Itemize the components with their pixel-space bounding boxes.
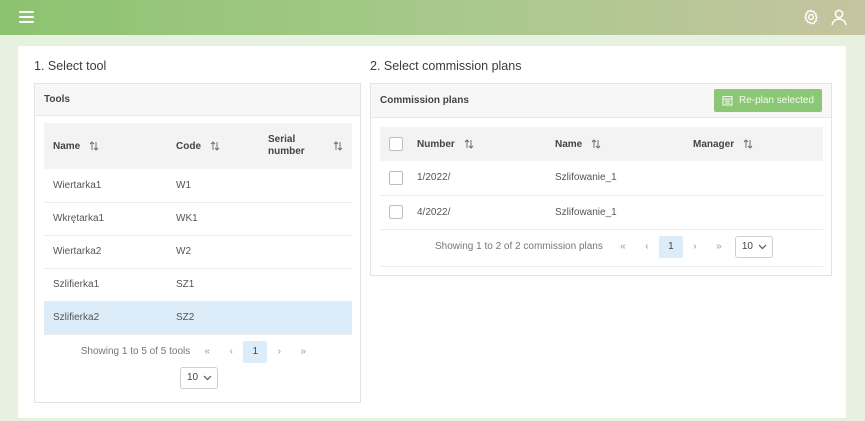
prev-page-button[interactable]: ‹ bbox=[635, 236, 659, 258]
column-header-number[interactable]: Number bbox=[408, 127, 546, 161]
next-page-button[interactable]: › bbox=[267, 341, 291, 363]
page-1-button[interactable]: 1 bbox=[243, 340, 268, 363]
column-header-name[interactable]: Name bbox=[44, 123, 167, 169]
column-header-code[interactable]: Code bbox=[167, 123, 259, 169]
tool-code-cell: W2 bbox=[167, 235, 259, 269]
sort-icon[interactable] bbox=[210, 141, 220, 151]
plan-number-cell: 4/2022/ bbox=[408, 195, 546, 230]
page-size-select[interactable]: 10 bbox=[734, 235, 773, 258]
tool-serial-cell bbox=[259, 235, 352, 269]
tool-name-cell: Szlifierka1 bbox=[44, 268, 167, 302]
table-row[interactable]: Szlifierka1 SZ1 bbox=[44, 268, 352, 302]
row-checkbox-cell bbox=[380, 161, 408, 196]
select-all-cell bbox=[380, 127, 408, 161]
tool-code-cell: W1 bbox=[167, 169, 259, 203]
tools-pagination: Showing 1 to 5 of 5 tools « ‹ 1 › » bbox=[44, 340, 352, 363]
tools-pagination-summary: Showing 1 to 5 of 5 tools bbox=[80, 346, 191, 357]
tool-serial-cell bbox=[259, 268, 352, 302]
hamburger-icon[interactable] bbox=[19, 11, 34, 23]
tool-name-cell: Szlifierka2 bbox=[44, 301, 167, 335]
tool-serial-cell bbox=[259, 169, 352, 203]
plan-manager-cell bbox=[684, 161, 823, 196]
first-page-button[interactable]: « bbox=[195, 341, 219, 363]
user-icon[interactable] bbox=[830, 8, 848, 26]
sort-icon[interactable] bbox=[743, 139, 753, 149]
plans-table-header: Number Name Manager bbox=[380, 127, 823, 161]
first-page-button[interactable]: « bbox=[611, 236, 635, 258]
tool-name-cell: Wiertarka1 bbox=[44, 169, 167, 203]
plans-table-wrapper: Number Name Manager 1/2022/ Szlifowanie_… bbox=[380, 127, 823, 267]
sort-icon[interactable] bbox=[89, 141, 99, 151]
tools-page-size-wrapper: 10 bbox=[44, 366, 352, 389]
table-row-selected[interactable]: Szlifierka2 SZ2 bbox=[44, 301, 352, 335]
row-checkbox[interactable] bbox=[389, 170, 403, 185]
table-row[interactable]: Wiertarka1 W1 bbox=[44, 169, 352, 203]
tool-serial-cell bbox=[259, 301, 352, 335]
page-size-select[interactable]: 10 bbox=[180, 366, 218, 389]
plan-name-cell: Szlifowanie_1 bbox=[546, 195, 684, 230]
last-page-button[interactable]: » bbox=[707, 236, 731, 258]
tool-code-cell: SZ1 bbox=[167, 268, 259, 302]
plan-manager-cell bbox=[684, 195, 823, 230]
plans-table: Number Name Manager 1/2022/ Szlifowanie_… bbox=[380, 127, 823, 230]
page-1-button[interactable]: 1 bbox=[658, 235, 683, 258]
tools-table: Name Code Serial number Wiertarka1 W1 Wk… bbox=[44, 123, 352, 335]
sort-icon[interactable] bbox=[464, 139, 474, 149]
plans-pagination: Showing 1 to 2 of 2 commission plans « ‹… bbox=[380, 235, 823, 267]
plan-number-cell: 1/2022/ bbox=[408, 161, 546, 196]
chevron-down-icon bbox=[203, 375, 212, 380]
plan-name-cell: Szlifowanie_1 bbox=[546, 161, 684, 196]
table-row[interactable]: 1/2022/ Szlifowanie_1 bbox=[380, 161, 823, 196]
prev-page-button[interactable]: ‹ bbox=[219, 341, 243, 363]
tools-panel-title: Tools bbox=[35, 84, 360, 116]
tool-name-cell: Wkrętarka1 bbox=[44, 202, 167, 236]
replan-selected-button[interactable]: Re-plan selected bbox=[714, 89, 822, 112]
tools-table-wrapper: Name Code Serial number Wiertarka1 W1 Wk… bbox=[44, 123, 352, 389]
plans-panel-header: Commission plans Re-plan selected bbox=[371, 84, 831, 118]
select-tool-title: 1. Select tool bbox=[34, 59, 107, 73]
column-header-serial[interactable]: Serial number bbox=[259, 123, 352, 169]
sort-icon[interactable] bbox=[591, 139, 601, 149]
tool-code-cell: WK1 bbox=[167, 202, 259, 236]
select-all-checkbox[interactable] bbox=[389, 137, 403, 151]
row-checkbox[interactable] bbox=[389, 205, 403, 219]
table-row[interactable]: 4/2022/ Szlifowanie_1 bbox=[380, 195, 823, 230]
tool-serial-cell bbox=[259, 202, 352, 236]
next-page-button[interactable]: › bbox=[683, 236, 707, 258]
column-header-manager[interactable]: Manager bbox=[684, 127, 823, 161]
main-content: 1. Select tool Tools Name Code Serial nu… bbox=[18, 46, 846, 418]
select-plans-title: 2. Select commission plans bbox=[370, 59, 522, 73]
row-checkbox-cell bbox=[380, 195, 408, 230]
tools-panel: Tools Name Code Serial number Wiertarka1… bbox=[34, 83, 361, 403]
tool-name-cell: Wiertarka2 bbox=[44, 235, 167, 269]
column-header-name[interactable]: Name bbox=[546, 127, 684, 161]
last-page-button[interactable]: » bbox=[291, 341, 315, 363]
top-bar bbox=[0, 0, 865, 35]
gear-icon[interactable] bbox=[803, 9, 819, 25]
calendar-icon bbox=[722, 96, 733, 106]
table-row[interactable]: Wkrętarka1 WK1 bbox=[44, 202, 352, 236]
chevron-down-icon bbox=[758, 244, 767, 249]
sort-icon[interactable] bbox=[333, 141, 343, 151]
plans-panel-title: Commission plans bbox=[380, 95, 469, 106]
tool-code-cell: SZ2 bbox=[167, 301, 259, 335]
plans-panel: Commission plans Re-plan selected Number bbox=[370, 83, 832, 276]
tools-table-header: Name Code Serial number bbox=[44, 123, 352, 169]
plans-pagination-summary: Showing 1 to 2 of 2 commission plans bbox=[435, 241, 603, 252]
table-row[interactable]: Wiertarka2 W2 bbox=[44, 235, 352, 269]
